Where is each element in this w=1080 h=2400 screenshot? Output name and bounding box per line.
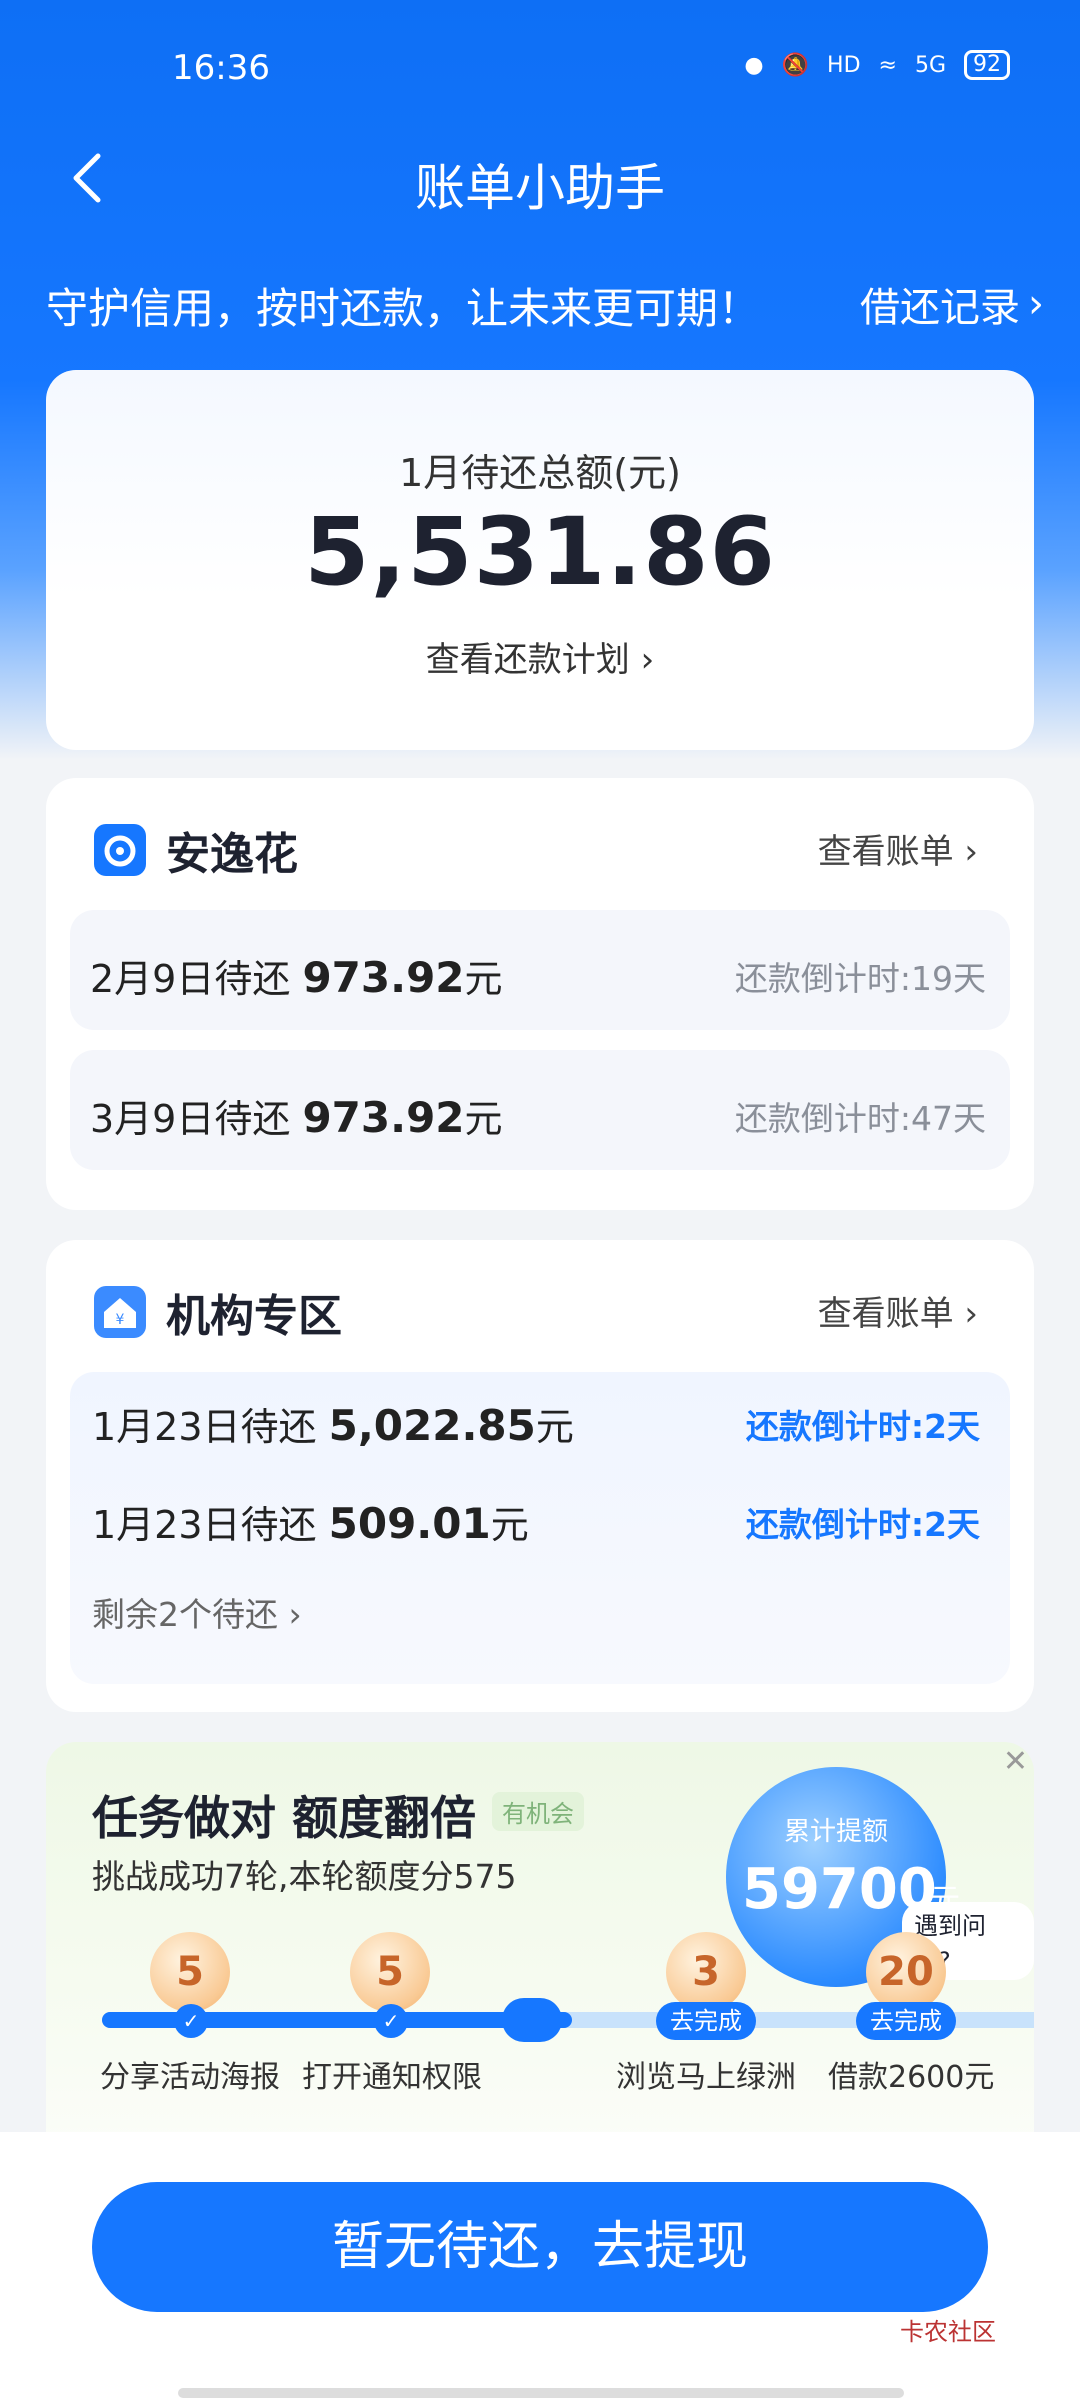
check-icon: ✓ bbox=[374, 2004, 408, 2038]
step-coin: 3 bbox=[666, 1932, 746, 2012]
fish-marker-icon bbox=[502, 1998, 562, 2042]
anyihua-title: 安逸花 bbox=[166, 829, 298, 880]
watermark-text: 卡农社区 bbox=[900, 2318, 996, 2346]
institution-view-bill-link[interactable]: 查看账单 › bbox=[818, 1286, 978, 1335]
bill-amount: 973.92 bbox=[302, 1093, 465, 1142]
bill-amount: 973.92 bbox=[302, 953, 465, 1002]
summary-label: 1月待还总额(元) bbox=[399, 451, 681, 495]
institution-card: ¥ 机构专区 查看账单 › 1月23日待还 5,022.85元 还款倒计时:2天… bbox=[46, 1240, 1034, 1712]
task-card: 任务做对 额度翻倍 有机会 挑战成功7轮,本轮额度分575 ✕ 累计提额 597… bbox=[46, 1742, 1034, 2142]
bill-unit: 元 bbox=[464, 1097, 503, 1141]
bill-unit: 元 bbox=[464, 957, 503, 1001]
svg-text:¥: ¥ bbox=[116, 1312, 125, 1328]
bill-row[interactable]: 2月9日待还 973.92元 还款倒计时:19天 bbox=[70, 910, 1010, 1030]
bottom-bar: 暂无待还，去提现 卡农社区 bbox=[0, 2132, 1080, 2400]
chevron-right-icon: › bbox=[288, 1595, 302, 1634]
step-label: 打开通知权限 bbox=[302, 2060, 482, 2095]
repayment-plan-link[interactable]: 查看还款计划 › bbox=[46, 632, 1034, 681]
status-time: 16:36 bbox=[172, 48, 270, 88]
step-label: 分享活动海报 bbox=[100, 2060, 280, 2095]
remaining-bills-link[interactable]: 剩余2个待还 › bbox=[92, 1588, 302, 1636]
page-title: 账单小助手 bbox=[415, 159, 665, 217]
institution-title: 机构专区 bbox=[166, 1291, 342, 1342]
bill-date: 3月9日待还 bbox=[90, 1097, 291, 1141]
bill-unit: 元 bbox=[490, 1503, 529, 1547]
view-bill-label: 查看账单 bbox=[817, 832, 954, 872]
signal-icon: 5G bbox=[914, 52, 946, 78]
step-coin: 20 bbox=[866, 1932, 946, 2012]
step-coin: 5 bbox=[350, 1932, 430, 2012]
step-label: 借款2600元 bbox=[828, 2060, 995, 2095]
bubble-label: 累计提额 bbox=[783, 1817, 888, 1847]
bill-countdown: 还款倒计时:2天 bbox=[745, 1407, 980, 1446]
bill-row-text[interactable]: 1月23日待还 5,022.85元 bbox=[92, 1396, 574, 1451]
status-icons: ● 🔕 HD ≈ 5G 92 bbox=[744, 50, 1010, 80]
bill-date: 1月23日待还 bbox=[92, 1405, 317, 1449]
records-label: 借还记录 bbox=[860, 285, 1020, 331]
institution-logo-icon: ¥ bbox=[94, 1286, 146, 1338]
task-title: 任务做对 额度翻倍 bbox=[92, 1791, 477, 1845]
bill-row-text: 2月9日待还 973.92元 bbox=[90, 948, 503, 1003]
wifi-icon: ≈ bbox=[878, 52, 897, 78]
bill-date: 2月9日待还 bbox=[90, 957, 291, 1001]
status-bar: 16:36 ● 🔕 HD ≈ 5G 92 bbox=[0, 40, 1080, 100]
bill-countdown: 还款倒计时:47天 bbox=[734, 1099, 986, 1138]
anyihua-card: 安逸花 查看账单 › 2月9日待还 973.92元 还款倒计时:19天 3月9日… bbox=[46, 778, 1034, 1210]
hd-icon: HD bbox=[827, 52, 861, 78]
anyihua-view-bill-link[interactable]: 查看账单 › bbox=[818, 824, 978, 873]
check-icon: ✓ bbox=[174, 2004, 208, 2038]
remaining-label: 剩余2个待还 bbox=[92, 1595, 278, 1634]
institution-header: ¥ 机构专区 bbox=[94, 1280, 342, 1344]
bill-countdown: 还款倒计时:2天 bbox=[745, 1505, 980, 1544]
summary-amount: 5,531.86 bbox=[304, 498, 776, 607]
chevron-right-icon: › bbox=[964, 1294, 978, 1334]
bill-row-text: 3月9日待还 973.92元 bbox=[90, 1088, 503, 1143]
step-coin: 5 bbox=[150, 1932, 230, 2012]
chevron-right-icon: › bbox=[640, 640, 655, 680]
chevron-right-icon: › bbox=[1028, 281, 1044, 327]
view-bill-label: 查看账单 bbox=[817, 1294, 954, 1334]
records-link[interactable]: 借还记录 › bbox=[860, 275, 1044, 333]
step-action-button[interactable]: 去完成 bbox=[856, 2002, 956, 2040]
chevron-right-icon: › bbox=[964, 832, 978, 872]
battery-icon: 92 bbox=[964, 50, 1010, 80]
withdraw-button[interactable]: 暂无待还，去提现 bbox=[92, 2182, 988, 2312]
plan-link-label: 查看还款计划 bbox=[425, 640, 630, 680]
bill-countdown: 还款倒计时:19天 bbox=[734, 959, 986, 998]
home-indicator[interactable] bbox=[178, 2388, 904, 2398]
step-action-button[interactable]: 去完成 bbox=[656, 2002, 756, 2040]
anyihua-logo-icon bbox=[94, 824, 146, 876]
drop-icon: ● bbox=[744, 52, 764, 78]
bill-date: 1月23日待还 bbox=[92, 1503, 317, 1547]
anyihua-header: 安逸花 bbox=[94, 818, 298, 882]
summary-card: 1月待还总额(元) 5,531.86 查看还款计划 › bbox=[46, 370, 1034, 750]
bill-amount: 509.01 bbox=[328, 1499, 491, 1548]
mute-bell-icon: 🔕 bbox=[781, 52, 810, 78]
bill-amount: 5,022.85 bbox=[328, 1401, 536, 1450]
task-tag: 有机会 bbox=[492, 1792, 584, 1831]
slogan-text: 守护信用，按时还款，让未来更可期！ bbox=[46, 284, 761, 333]
top-bar: 账单小助手 bbox=[0, 140, 1080, 220]
bill-row-text[interactable]: 1月23日待还 509.01元 bbox=[92, 1494, 529, 1549]
bill-row[interactable]: 3月9日待还 973.92元 还款倒计时:47天 bbox=[70, 1050, 1010, 1170]
task-subtitle: 挑战成功7轮,本轮额度分575 bbox=[92, 1857, 517, 1896]
close-icon[interactable]: ✕ bbox=[1003, 1744, 1028, 1779]
step-label: 浏览马上绿洲 bbox=[616, 2060, 796, 2095]
institution-bill-list: 1月23日待还 5,022.85元 还款倒计时:2天 1月23日待还 509.0… bbox=[70, 1372, 1010, 1684]
bill-unit: 元 bbox=[535, 1405, 574, 1449]
